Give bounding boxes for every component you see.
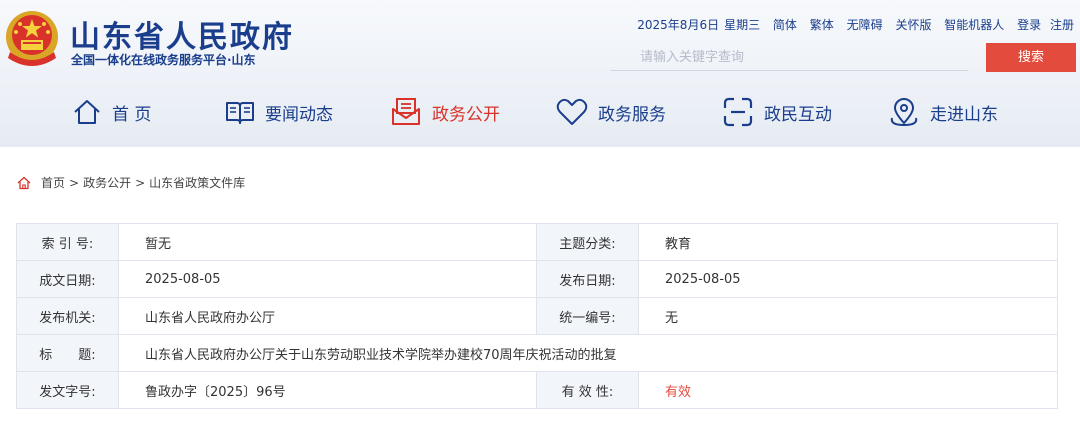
location-icon: [890, 98, 918, 127]
title-label: 标 题:: [16, 334, 119, 372]
accessibility-link[interactable]: 无障碍: [847, 18, 883, 32]
national-emblem-icon: [6, 11, 58, 66]
table-row: 发布机关: 山东省人民政府办公厅 统一编号: 无: [16, 297, 1058, 335]
written-date-value: 2025-08-05: [118, 260, 537, 298]
table-row: 标 题: 山东省人民政府办公厅关于山东劳动职业技术学院举办建校70周年庆祝活动的…: [16, 334, 1058, 372]
search-button[interactable]: 搜索: [986, 43, 1076, 72]
breadcrumb: 首页 > 政务公开 > 山东省政策文件库: [17, 174, 245, 191]
document-info-table: 索 引 号: 暂无 主题分类: 教育 成文日期: 2025-08-05 发布日期…: [16, 223, 1058, 409]
publish-date-value: 2025-08-05: [638, 260, 1058, 298]
table-row: 成文日期: 2025-08-05 发布日期: 2025-08-05: [16, 260, 1058, 298]
breadcrumb-separator: >: [135, 175, 146, 190]
validity-label: 有 效 性:: [536, 371, 639, 409]
breadcrumb-home-icon: [17, 176, 31, 190]
smart-robot-link[interactable]: 智能机器人: [944, 18, 1004, 32]
interaction-icon: [723, 97, 753, 127]
elderly-care-mode-link[interactable]: 关怀版: [895, 18, 931, 32]
breadcrumb-policy-library[interactable]: 山东省政策文件库: [149, 174, 245, 191]
nav-item-label: 首 页: [112, 104, 152, 125]
heart-icon: [556, 98, 588, 125]
nav-item-news[interactable]: 要闻动态: [225, 90, 333, 134]
register-link[interactable]: 注册: [1050, 18, 1074, 32]
nav-item-home[interactable]: 首 页: [72, 90, 151, 134]
nav-item-label: 政民互动: [764, 104, 832, 125]
serial-number-value: 无: [638, 297, 1058, 335]
nav-item-label: 政务服务: [598, 104, 666, 125]
issuing-authority-label: 发布机关:: [16, 297, 119, 335]
header-banner: 山东省人民政府 全国一体化在线政务服务平台·山东 2025年8月6日 星期三 简体…: [0, 0, 1080, 147]
nav-item-label: 政务公开: [432, 104, 500, 125]
document-number-label: 发文字号:: [16, 371, 119, 409]
title-value: 山东省人民政府办公厅关于山东劳动职业技术学院举办建校70周年庆祝活动的批复: [118, 334, 1058, 372]
current-date: 2025年8月6日: [637, 18, 720, 32]
envelope-icon: [392, 98, 420, 125]
site-subtitle: 全国一体化在线政务服务平台·山东: [71, 53, 256, 67]
nav-item-government-services[interactable]: 政务服务: [556, 90, 666, 134]
serial-number-label: 统一编号:: [536, 297, 639, 335]
document-number-value: 鲁政办字〔2025〕96号: [118, 371, 537, 409]
written-date-label: 成文日期:: [16, 260, 119, 298]
traditional-chinese-link[interactable]: 繁体: [810, 18, 834, 32]
index-number-value: 暂无: [118, 223, 537, 261]
site-title[interactable]: 山东省人民政府: [70, 12, 294, 56]
book-icon: [226, 102, 254, 124]
table-row: 索 引 号: 暂无 主题分类: 教育: [16, 223, 1058, 261]
login-link[interactable]: 登录: [1017, 18, 1041, 32]
breadcrumb-government-affairs[interactable]: 政务公开: [83, 174, 131, 191]
utility-bar: 2025年8月6日 星期三 简体 繁体 无障碍 关怀版 智能机器人 登录 注册: [637, 16, 1074, 33]
home-icon: [74, 100, 100, 124]
validity-value: 有效: [638, 371, 1058, 409]
main-nav: 首 页 要闻动态 政务公开 政务服务 政民互动 走进山东: [0, 90, 1080, 134]
topic-category-value: 教育: [638, 223, 1058, 261]
publish-date-label: 发布日期:: [536, 260, 639, 298]
nav-item-interaction[interactable]: 政民互动: [722, 90, 832, 134]
nav-item-label: 要闻动态: [265, 104, 333, 125]
table-row: 发文字号: 鲁政办字〔2025〕96号 有 效 性: 有效: [16, 371, 1058, 409]
issuing-authority-value: 山东省人民政府办公厅: [118, 297, 537, 335]
simplified-chinese-link[interactable]: 简体: [773, 18, 797, 32]
nav-item-government-affairs[interactable]: 政务公开: [390, 90, 500, 134]
breadcrumb-separator: >: [69, 175, 80, 190]
current-weekday: 星期三: [724, 18, 761, 32]
nav-item-label: 走进山东: [930, 104, 998, 125]
nav-item-about-shandong[interactable]: 走进山东: [888, 90, 998, 134]
search-input[interactable]: [610, 44, 968, 71]
topic-category-label: 主题分类:: [536, 223, 639, 261]
index-number-label: 索 引 号:: [16, 223, 119, 261]
breadcrumb-home[interactable]: 首页: [41, 174, 65, 191]
